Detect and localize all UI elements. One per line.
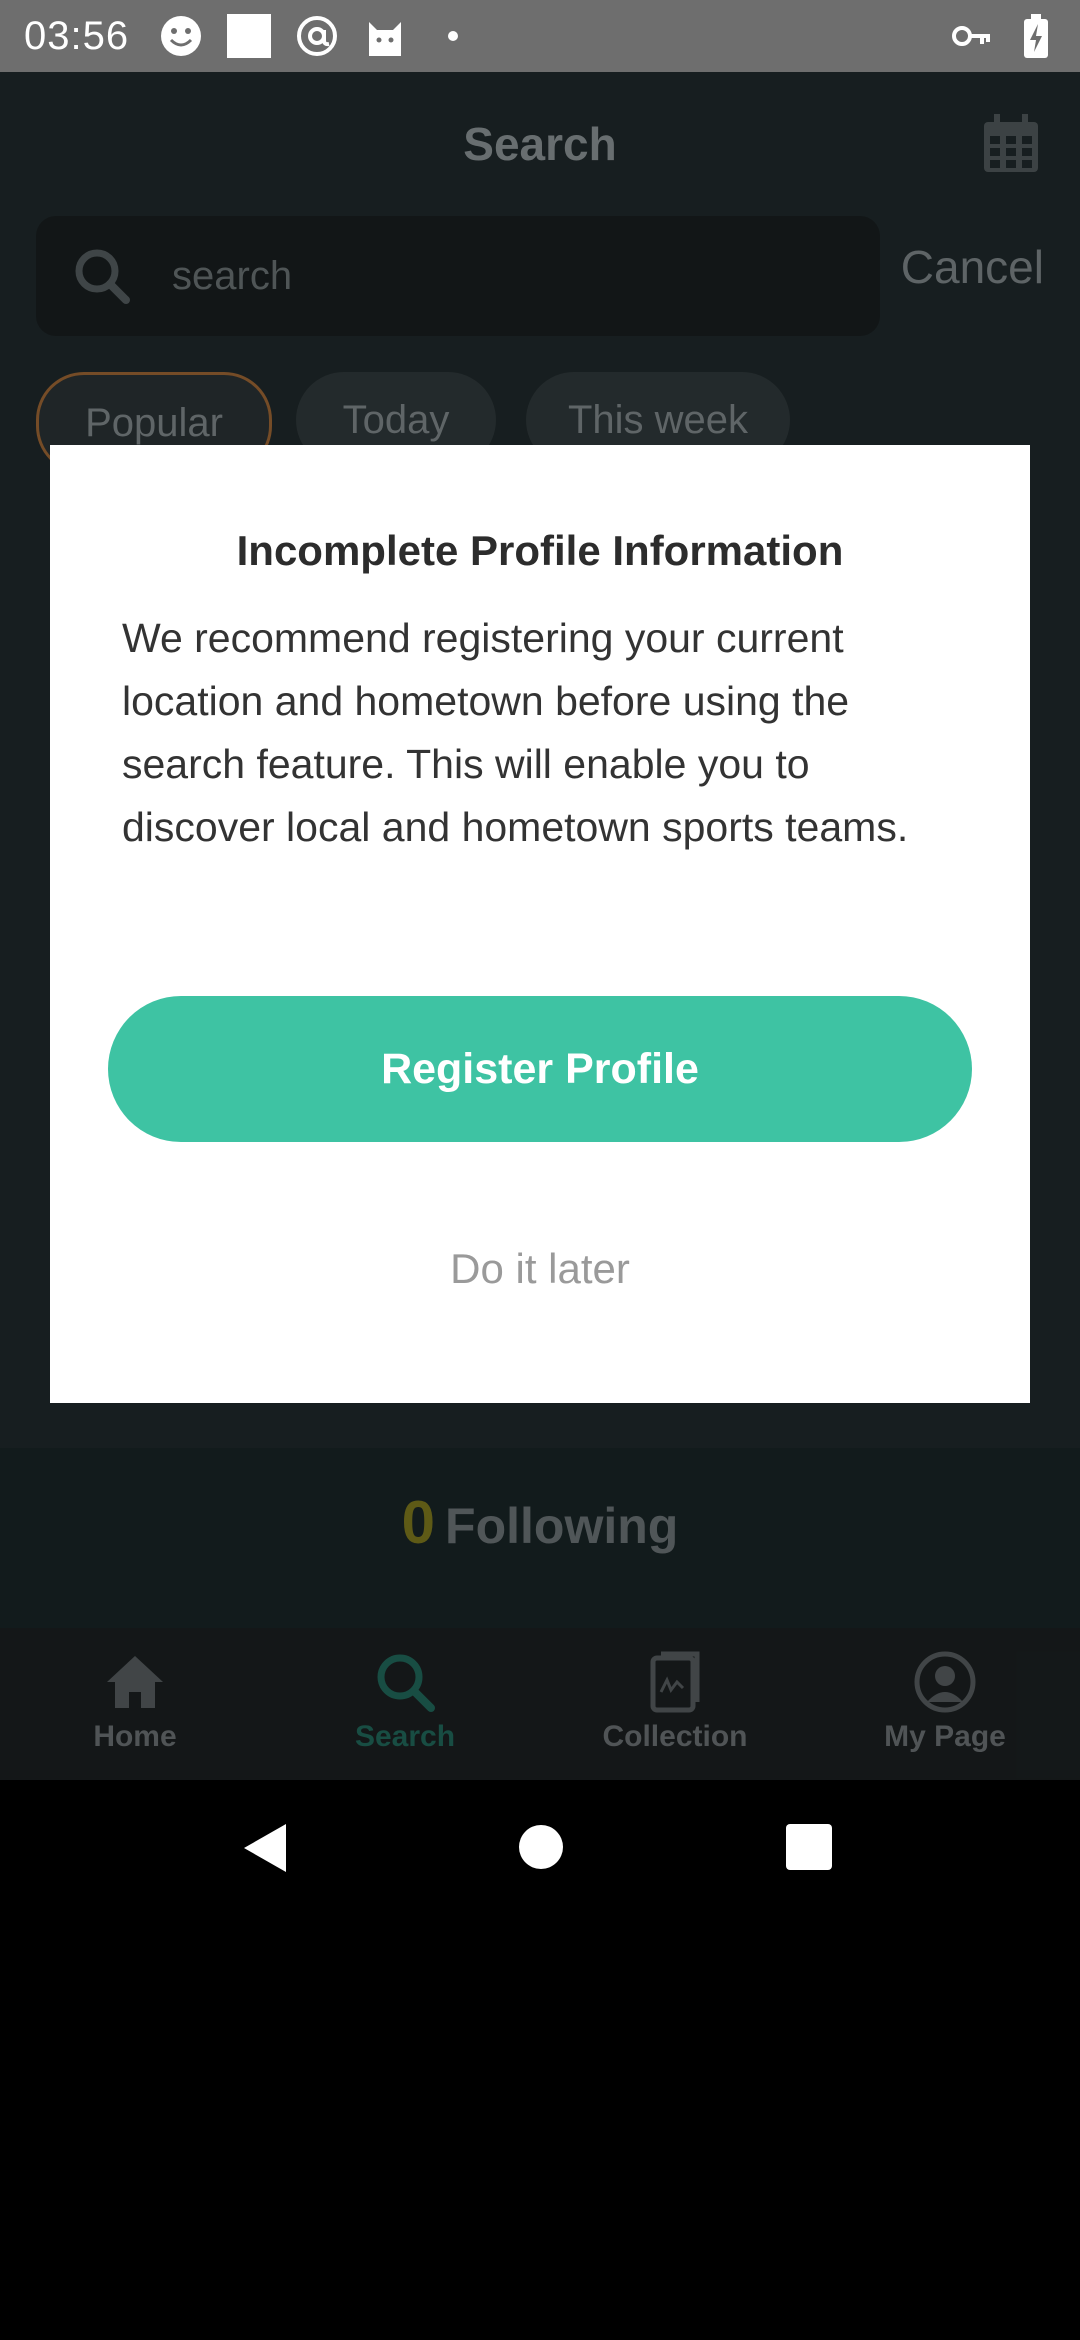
system-navigation-bar [0, 1780, 1080, 1916]
incomplete-profile-dialog: Incomplete Profile Information We recomm… [50, 445, 1030, 1403]
dot-icon [431, 14, 475, 58]
recents-icon[interactable] [786, 1824, 832, 1870]
dialog-message: We recommend registering your current lo… [122, 615, 909, 850]
status-time: 03:56 [24, 13, 130, 58]
battery-charging-icon [1014, 14, 1058, 58]
system-icons [950, 14, 1058, 58]
do-it-later-button[interactable]: Do it later [50, 1245, 1030, 1293]
key-icon [950, 14, 994, 58]
register-profile-button[interactable]: Register Profile [108, 996, 972, 1142]
status-bar: 03:56 [0, 0, 1080, 72]
dialog-title: Incomplete Profile Information [236, 527, 844, 574]
cat-icon [363, 14, 407, 58]
home-circle-icon[interactable] [518, 1824, 564, 1870]
square-icon [227, 14, 272, 58]
smiley-icon [159, 14, 203, 58]
at-icon [295, 14, 339, 58]
notification-icons [159, 14, 475, 58]
back-icon[interactable] [240, 1822, 292, 1874]
